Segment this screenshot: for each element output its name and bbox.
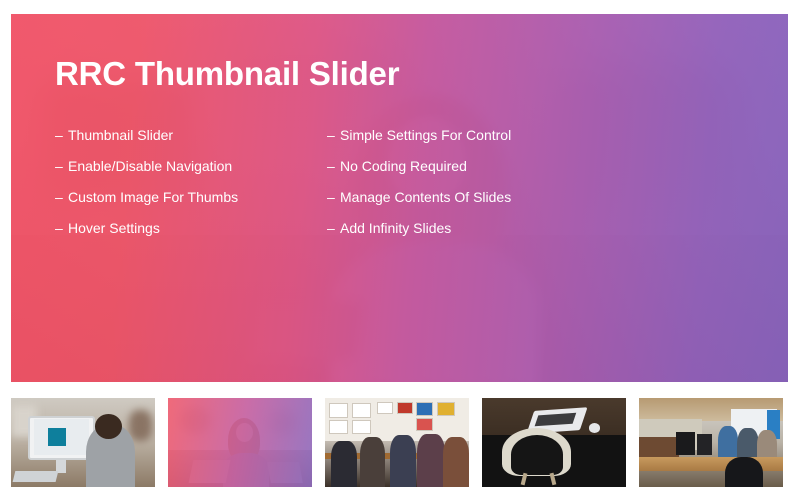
- feature-label: Thumbnail Slider: [68, 127, 174, 143]
- feature-item: – Enable/Disable Navigation: [55, 158, 327, 175]
- feature-list-right: – Simple Settings For Control – No Codin…: [327, 127, 511, 251]
- slider-page: RRC Thumbnail Slider – Thumbnail Slider …: [0, 0, 800, 500]
- dash-icon: –: [55, 158, 63, 174]
- thumbnail-strip[interactable]: [11, 398, 800, 487]
- feature-item: – Hover Settings: [55, 220, 327, 237]
- dash-icon: –: [55, 127, 63, 143]
- dark-desk-laptop-chair-thumbnail: [482, 398, 626, 487]
- dash-icon: –: [327, 127, 335, 143]
- feature-item: – Manage Contents Of Slides: [327, 189, 511, 206]
- page-title: RRC Thumbnail Slider: [55, 55, 400, 92]
- feature-label: Simple Settings For Control: [340, 127, 512, 143]
- feature-item: – Custom Image For Thumbs: [55, 189, 327, 206]
- dash-icon: –: [327, 158, 335, 174]
- dash-icon: –: [327, 189, 335, 205]
- thumbnail-item-4[interactable]: [482, 398, 626, 487]
- office-desk-imac-thumbnail: [11, 398, 155, 487]
- feature-list-left: – Thumbnail Slider – Enable/Disable Navi…: [55, 127, 327, 251]
- hero-content: RRC Thumbnail Slider – Thumbnail Slider …: [55, 54, 758, 251]
- thumbnail-item-5[interactable]: [639, 398, 783, 487]
- group-meeting-gallery-thumbnail: [325, 398, 469, 487]
- feature-label: Hover Settings: [68, 220, 160, 236]
- feature-label: Manage Contents Of Slides: [340, 189, 512, 205]
- feature-item: – Thumbnail Slider: [55, 127, 327, 144]
- feature-item: – Add Infinity Slides: [327, 220, 511, 237]
- feature-item: – No Coding Required: [327, 158, 511, 175]
- feature-item: – Simple Settings For Control: [327, 127, 511, 144]
- feature-label: No Coding Required: [340, 158, 467, 174]
- feature-label: Custom Image For Thumbs: [68, 189, 239, 205]
- feature-columns: – Thumbnail Slider – Enable/Disable Navi…: [55, 127, 758, 251]
- dash-icon: –: [327, 220, 335, 236]
- dash-icon: –: [55, 220, 63, 236]
- dash-icon: –: [55, 189, 63, 205]
- thumbnail-item-2[interactable]: [168, 398, 312, 487]
- woman-laptop-cafe-thumbnail: [168, 398, 312, 487]
- hero-slide[interactable]: RRC Thumbnail Slider – Thumbnail Slider …: [11, 14, 788, 382]
- thumbnail-item-3[interactable]: [325, 398, 469, 487]
- open-office-table-thumbnail: [639, 398, 783, 487]
- feature-label: Add Infinity Slides: [340, 220, 452, 236]
- feature-label: Enable/Disable Navigation: [68, 158, 233, 174]
- thumbnail-item-1[interactable]: [11, 398, 155, 487]
